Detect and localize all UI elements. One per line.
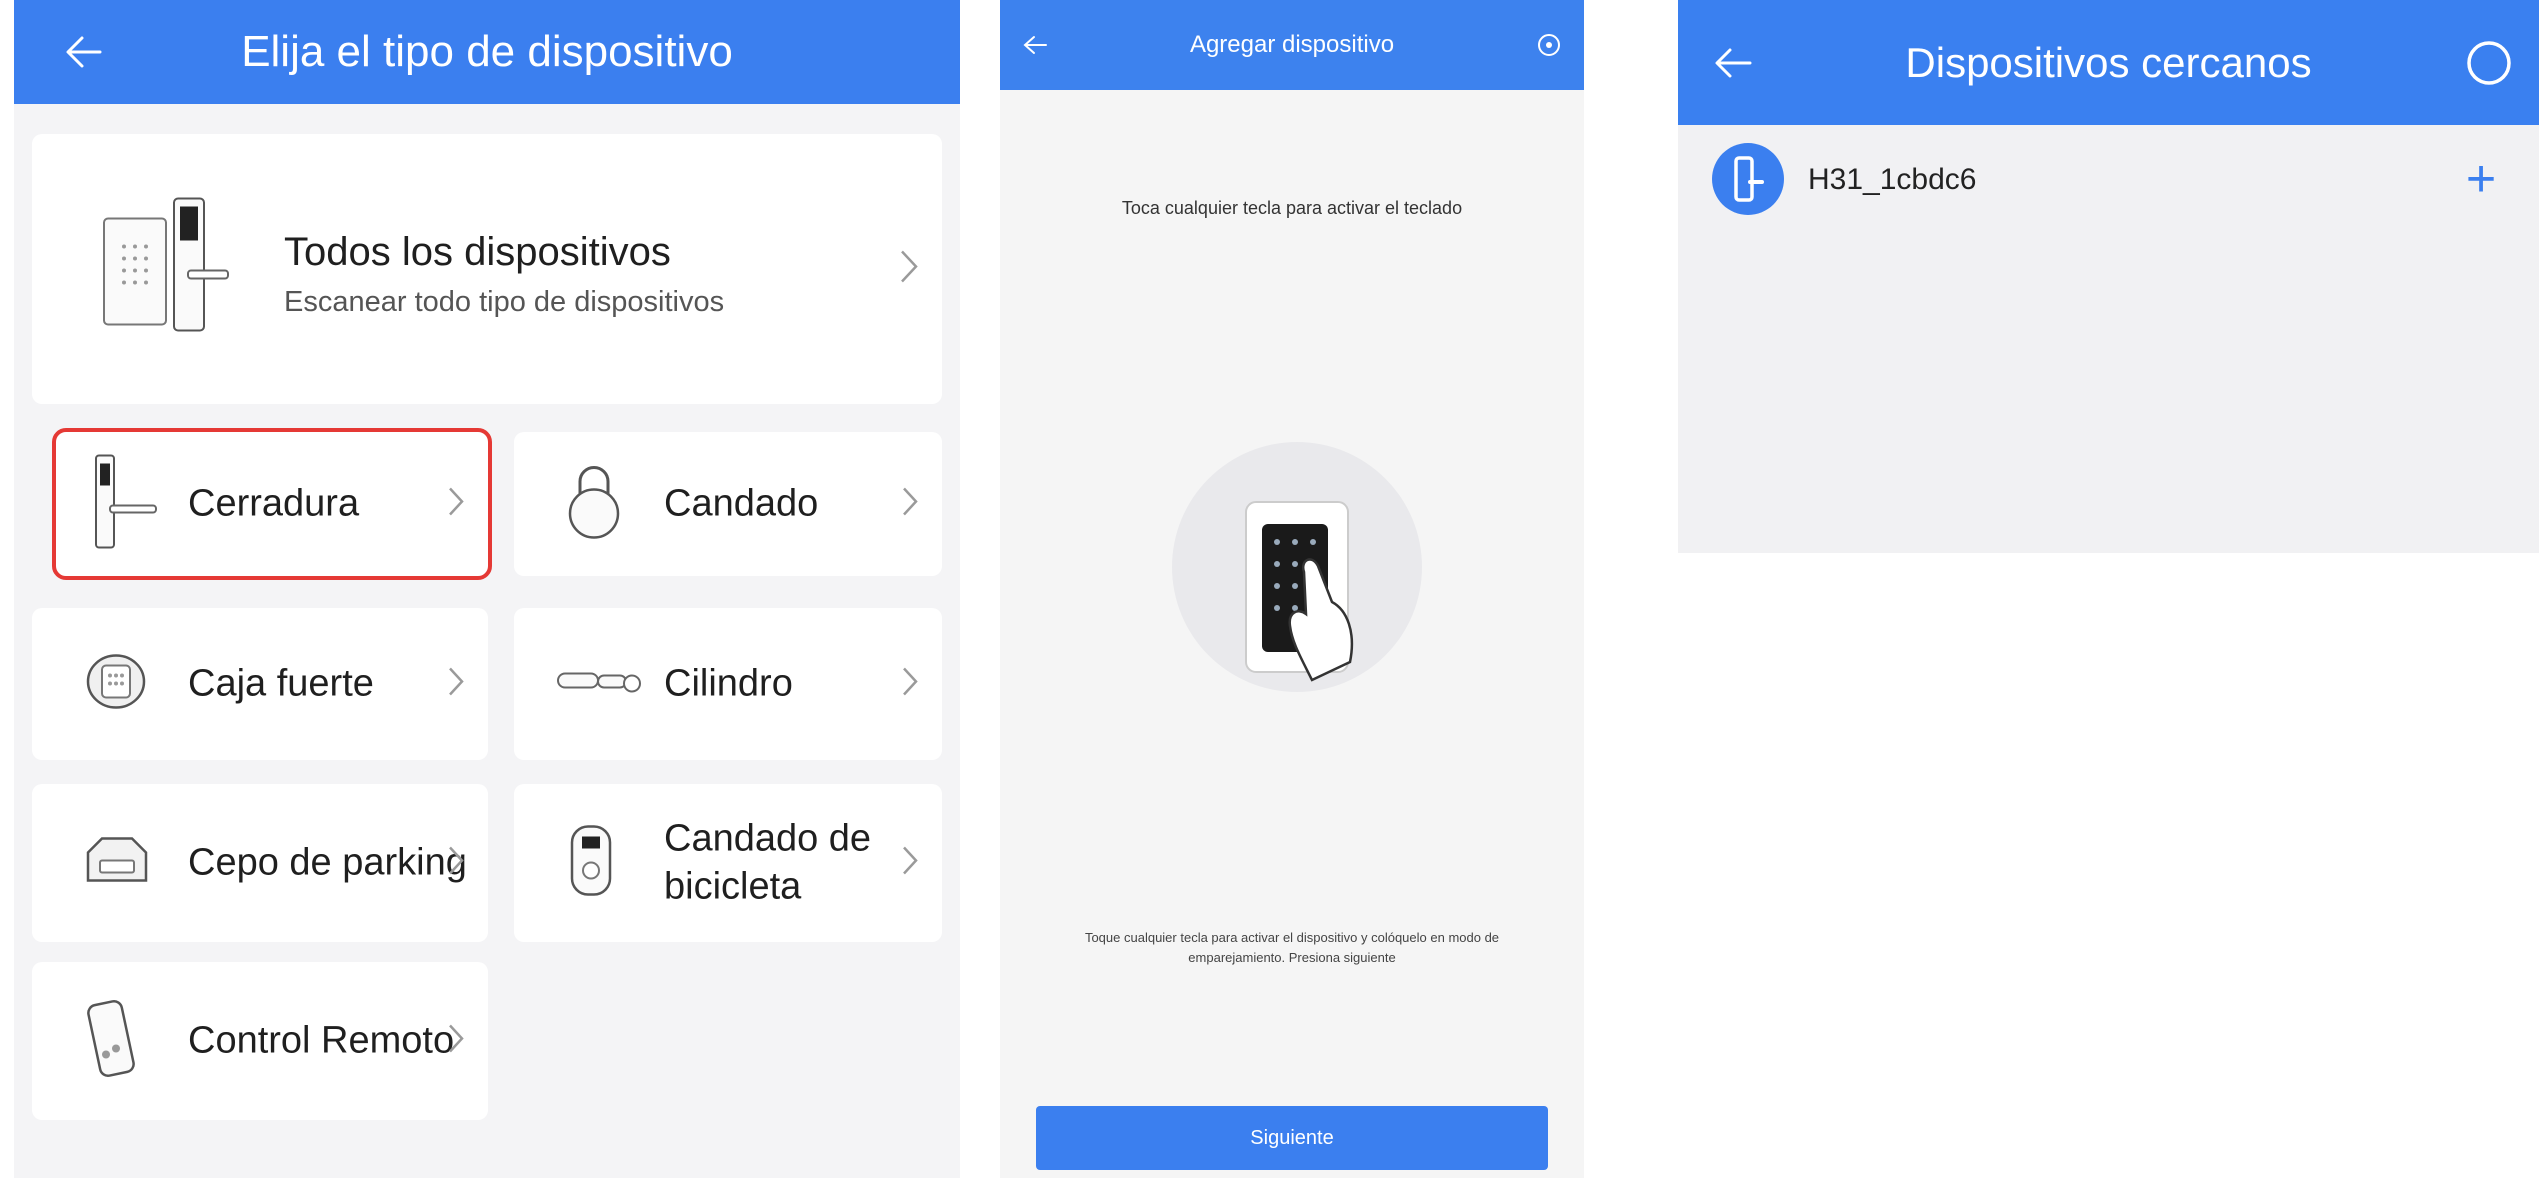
device-row[interactable]: H31_1cbdc6 +	[1678, 135, 2539, 235]
chevron-right-icon	[446, 485, 466, 524]
device-name: H31_1cbdc6	[1808, 163, 1977, 196]
device-type-cepo-parking[interactable]: Cepo de parking	[32, 784, 488, 942]
keypad-touch-icon	[1245, 501, 1354, 682]
device-type-label: Control Remoto	[188, 1019, 455, 1062]
nearby-devices-screen: Dispositivos cercanos H31_1cbdc6 +	[1678, 0, 2539, 1178]
next-button[interactable]: Siguiente	[1036, 1106, 1548, 1170]
header-bar: Agregar dispositivo	[1000, 0, 1584, 90]
arrow-left-icon	[1715, 48, 1752, 77]
device-type-candado[interactable]: Candado	[514, 432, 942, 576]
cylinder-icon	[554, 662, 644, 707]
device-type-cerradura[interactable]: Cerradura	[52, 428, 492, 580]
device-type-label: Candado	[664, 482, 819, 525]
device-type-cilindro[interactable]: Cilindro	[514, 608, 942, 760]
device-type-label: Cerradura	[188, 482, 360, 525]
chevron-right-icon	[446, 665, 466, 704]
back-button[interactable]	[1000, 0, 1070, 90]
back-button[interactable]	[1678, 0, 1788, 125]
hero-title: Todos los dispositivos	[284, 230, 671, 274]
chevron-right-icon	[446, 1022, 466, 1061]
page-title: Agregar dispositivo	[1189, 31, 1395, 58]
add-device-screen: Agregar dispositivo Toca cualquier tecla…	[1000, 0, 1584, 1178]
chevron-right-icon	[900, 844, 920, 883]
device-avatar	[1712, 143, 1784, 215]
device-type-label: Cilindro	[664, 662, 793, 705]
chevron-right-icon	[900, 485, 920, 524]
chevron-right-icon	[446, 844, 466, 883]
door-lock-icon	[1734, 156, 1764, 202]
device-type-candado-bicicleta[interactable]: Candado de bicicleta	[514, 784, 942, 942]
chevron-right-icon	[900, 665, 920, 704]
back-button[interactable]	[14, 0, 154, 104]
instruction-text-bottom: Toque cualquier tecla para activar el di…	[1084, 930, 1500, 965]
device-type-caja-fuerte[interactable]: Caja fuerte	[32, 608, 488, 760]
device-type-screen: Elija el tipo de dispositivo Todos los d…	[14, 0, 960, 1178]
all-devices-card[interactable]: Todos los dispositivos Escanear todo tip…	[32, 134, 942, 404]
header-bar: Dispositivos cercanos	[1678, 0, 2539, 125]
remote-control-icon	[86, 999, 136, 1084]
keypad-lock-icon	[102, 197, 232, 342]
device-type-label: Cepo de parking	[188, 841, 467, 884]
device-type-control-remoto[interactable]: Control Remoto	[32, 962, 488, 1120]
arrow-left-icon	[66, 36, 102, 68]
bike-lock-icon	[566, 821, 616, 906]
chevron-right-icon	[898, 248, 920, 291]
add-device-button[interactable]: +	[2451, 149, 2511, 209]
parking-lock-icon	[82, 831, 152, 896]
header-bar: Elija el tipo de dispositivo	[14, 0, 960, 104]
device-type-label: Caja fuerte	[188, 662, 374, 705]
plus-icon: +	[2465, 150, 2497, 208]
hero-subtitle: Escanear todo tipo de dispositivos	[284, 286, 725, 318]
page-title: Dispositivos cercanos	[1905, 38, 2312, 86]
help-icon	[1538, 34, 1560, 56]
padlock-icon	[566, 462, 622, 547]
page-title: Elija el tipo de dispositivo	[241, 27, 733, 76]
scan-refresh-button[interactable]	[2439, 0, 2539, 125]
arrow-left-icon	[1023, 36, 1047, 54]
keypad-illustration	[1172, 442, 1422, 692]
instruction-text: Toca cualquier tecla para activar el tec…	[1121, 198, 1463, 218]
help-button[interactable]	[1514, 0, 1584, 90]
loading-spinner-icon	[2467, 40, 2511, 85]
door-lock-icon	[90, 452, 160, 557]
safe-icon	[84, 652, 148, 717]
